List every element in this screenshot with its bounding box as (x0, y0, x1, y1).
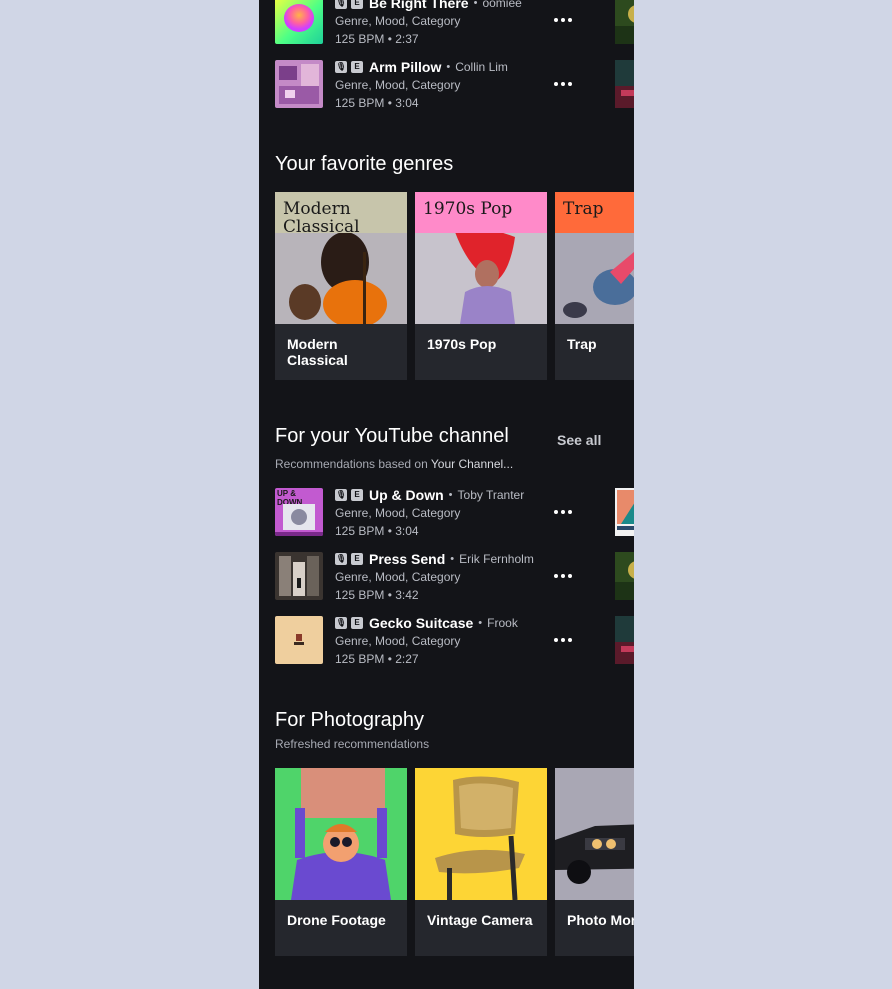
category-image (275, 768, 407, 900)
next-column-art[interactable] (615, 488, 634, 536)
section-title: Your favorite genres (275, 153, 454, 175)
next-column-art[interactable] (615, 552, 634, 600)
vocal-badge-icon: 🎙 (335, 617, 347, 629)
section-subtitle: Recommendations based on Your Channel... (275, 457, 513, 471)
track-title[interactable]: Be Right There (369, 0, 469, 11)
vocal-badge-icon: 🎙 (335, 61, 347, 73)
track-tags: Genre, Mood, Category (335, 506, 461, 520)
genre-band-title: Trap (555, 192, 634, 233)
more-options-icon[interactable] (551, 630, 575, 650)
genre-band-title: 1970s Pop (415, 192, 547, 233)
track-row[interactable]: 🎙 E Arm Pillow • Collin Lim Genre, Mood,… (275, 59, 634, 110)
genre-band-title: Modern Classical (275, 192, 407, 236)
subtitle-prefix: Recommendations based on (275, 457, 428, 471)
vocal-badge-icon: 🎙 (335, 0, 347, 9)
section-title: For Photography (275, 709, 424, 731)
track-bpm-duration: 125 BPM • 3:42 (335, 588, 419, 602)
track-row[interactable]: 🎙 E Gecko Suitcase • Frook Genre, Mood, … (275, 615, 634, 666)
track-title[interactable]: Press Send (369, 551, 445, 567)
explicit-badge: E (351, 489, 363, 501)
album-art (275, 616, 323, 664)
genre-image: 1970s Pop (415, 192, 547, 324)
track-tags: Genre, Mood, Category (335, 78, 461, 92)
category-label: Drone Footage (287, 912, 386, 928)
explicit-badge: E (351, 61, 363, 73)
genre-image: Modern Classical (275, 192, 407, 324)
genre-label: Modern Classical (287, 336, 348, 368)
track-tags: Genre, Mood, Category (335, 570, 461, 584)
channel-link[interactable]: Your Channel... (431, 457, 513, 471)
category-image (415, 768, 547, 900)
track-tags: Genre, Mood, Category (335, 14, 461, 28)
more-options-icon[interactable] (551, 10, 575, 30)
track-title[interactable]: Gecko Suitcase (369, 615, 473, 631)
separator: • (478, 617, 483, 629)
genre-image: Trap (555, 192, 634, 324)
category-image (555, 768, 634, 900)
track-title[interactable]: Up & Down (369, 487, 444, 503)
separator: • (446, 61, 451, 73)
track-bpm-duration: 125 BPM • 2:37 (335, 32, 419, 46)
genre-label: Trap (567, 336, 597, 352)
genre-card[interactable]: 1970s Pop 1970s Pop (415, 192, 547, 380)
category-card[interactable]: Photo Mor (555, 768, 634, 956)
album-art (275, 552, 323, 600)
section-subtitle: Refreshed recommendations (275, 737, 430, 751)
vocal-badge-icon: 🎙 (335, 553, 347, 565)
next-column-art[interactable] (615, 616, 634, 664)
track-artist[interactable]: Collin Lim (455, 60, 508, 74)
more-options-icon[interactable] (551, 566, 575, 586)
explicit-badge: E (351, 0, 363, 9)
see-all-link[interactable]: See all (557, 432, 601, 448)
track-artist[interactable]: oomiee (482, 0, 521, 10)
next-column-art[interactable] (615, 60, 634, 108)
category-card[interactable]: Drone Footage (275, 768, 407, 956)
track-bpm-duration: 125 BPM • 2:27 (335, 652, 419, 666)
more-options-icon[interactable] (551, 502, 575, 522)
track-bpm-duration: 125 BPM • 3:04 (335, 524, 419, 538)
album-art (275, 0, 323, 44)
category-label: Photo Mor (567, 912, 634, 928)
more-options-icon[interactable] (551, 74, 575, 94)
track-title[interactable]: Arm Pillow (369, 59, 441, 75)
separator: • (448, 489, 453, 501)
separator: • (450, 553, 455, 565)
track-tags: Genre, Mood, Category (335, 634, 461, 648)
genre-card[interactable]: Modern Classical Modern Classical (275, 192, 407, 380)
app-screen: 🎙 E Be Right There • oomiee Genre, Mood,… (259, 0, 634, 989)
next-column-art[interactable] (615, 0, 634, 44)
track-artist[interactable]: Toby Tranter (458, 488, 525, 502)
album-art: UP & DOWN (275, 488, 323, 536)
track-bpm-duration: 125 BPM • 3:04 (335, 96, 419, 110)
track-row[interactable]: 🎙 E Be Right There • oomiee Genre, Mood,… (275, 0, 634, 46)
track-artist[interactable]: Frook (487, 616, 518, 630)
track-row[interactable]: UP & DOWN 🎙 E Up & Down • Toby Tranter G… (275, 487, 634, 538)
album-art (275, 60, 323, 108)
category-label: Vintage Camera (427, 912, 533, 928)
track-row[interactable]: 🎙 E Press Send • Erik Fernholm Genre, Mo… (275, 551, 634, 602)
explicit-badge: E (351, 553, 363, 565)
vocal-badge-icon: 🎙 (335, 489, 347, 501)
category-card[interactable]: Vintage Camera (415, 768, 547, 956)
track-artist[interactable]: Erik Fernholm (459, 552, 534, 566)
genre-label: 1970s Pop (427, 336, 497, 352)
section-title: For your YouTube channel (275, 425, 509, 447)
genre-card[interactable]: Trap Trap (555, 192, 634, 380)
separator: • (473, 0, 478, 9)
explicit-badge: E (351, 617, 363, 629)
